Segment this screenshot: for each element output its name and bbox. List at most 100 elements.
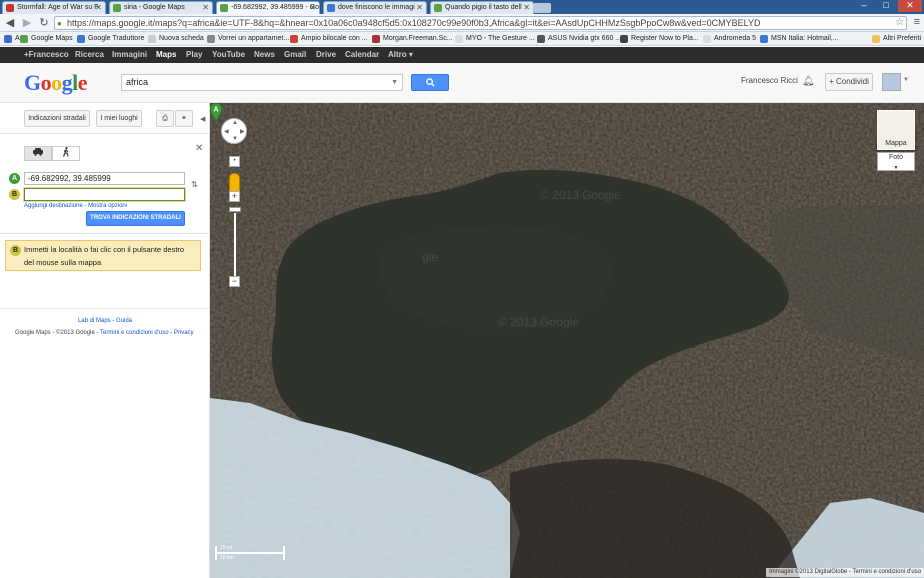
- bookmark-item[interactable]: Ampio bilocale con ...: [290, 34, 368, 44]
- bookmark-item[interactable]: Register Now to Pla...: [620, 34, 699, 44]
- satellite-imagery: [210, 103, 924, 578]
- dropdown-arrow-icon[interactable]: ▼: [391, 75, 398, 90]
- walk-mode-button[interactable]: [52, 146, 80, 161]
- bookmark-label: Altri Preferiti: [883, 35, 922, 42]
- gbar-item-drive[interactable]: Drive: [316, 47, 336, 63]
- gbar-item-images[interactable]: Immagini: [112, 47, 147, 63]
- tab-title: dove finiscono le immagi: [338, 4, 415, 11]
- maps-lab-link[interactable]: Lab di Maps: [78, 318, 111, 324]
- my-places-button[interactable]: I miei luoghi: [96, 110, 142, 127]
- browser-tab-active[interactable]: -69.682992, 39.485999 - Go ✕: [216, 1, 320, 14]
- gbar-item-search[interactable]: Ricerca: [75, 47, 104, 63]
- zoom-out-button[interactable]: −: [229, 276, 240, 287]
- search-input[interactable]: africa ▼: [121, 74, 403, 91]
- map-pin-a-icon[interactable]: A: [210, 103, 222, 121]
- reload-icon[interactable]: ↻: [37, 16, 51, 30]
- bookmark-item[interactable]: Andromeda 5: [703, 34, 756, 44]
- destination-input[interactable]: [24, 188, 185, 201]
- find-directions-button[interactable]: TROVA INDICAZIONI STRADALI: [86, 211, 185, 226]
- origin-input[interactable]: -69.682992, 39.485999: [24, 172, 185, 185]
- bookmark-folder[interactable]: Altri Preferiti: [872, 34, 921, 44]
- car-mode-button[interactable]: [24, 146, 52, 161]
- gbar-item-news[interactable]: News: [254, 47, 275, 63]
- bookmark-item[interactable]: Google Maps: [20, 34, 73, 44]
- gbar-item-more[interactable]: Altro ▾: [388, 47, 413, 63]
- gbar-item-gmail[interactable]: Gmail: [284, 47, 306, 63]
- tab-close-icon[interactable]: ✕: [202, 2, 209, 14]
- bookmark-item[interactable]: Nuova scheda: [148, 34, 204, 44]
- bookmark-label: MSN Italia: Hotmail,...: [771, 35, 839, 42]
- imagery-copyright[interactable]: Immagini ©2013 DigitalGlobe - Termini e …: [766, 568, 924, 577]
- bookmark-item[interactable]: MYO - The Gesture ...: [455, 34, 535, 44]
- maximize-icon[interactable]: □: [876, 0, 896, 12]
- menu-icon[interactable]: ≡: [914, 16, 920, 28]
- bookmark-item[interactable]: Google Traduttore: [77, 34, 144, 44]
- page-icon: [703, 35, 711, 43]
- browser-tab[interactable]: dove finiscono le immagi ✕: [323, 1, 427, 14]
- avatar[interactable]: [882, 73, 901, 91]
- tab-close-icon[interactable]: ✕: [309, 2, 316, 14]
- notification-bell-icon[interactable]: 🔔︎: [802, 76, 815, 87]
- bookmark-item[interactable]: MSN Italia: Hotmail,...: [760, 34, 839, 44]
- add-destination-link[interactable]: Aggiungi destinazione: [24, 203, 83, 209]
- address-bar[interactable]: ● https://maps.google.it/maps?q=africa&i…: [54, 16, 907, 30]
- print-button[interactable]: ⎙: [156, 110, 174, 127]
- gbar-item-youtube[interactable]: YouTube: [212, 47, 245, 63]
- gbar-item-calendar[interactable]: Calendar: [345, 47, 379, 63]
- pan-left-icon[interactable]: ◀: [224, 128, 229, 135]
- link-icon: ⚭: [181, 115, 187, 122]
- hint-text: Immetti la località o fai clic con il pu…: [24, 245, 185, 267]
- back-icon[interactable]: ◀: [3, 16, 17, 30]
- pegman-icon[interactable]: [229, 173, 240, 193]
- gbar-item-play[interactable]: Play: [186, 47, 202, 63]
- gbar-item-maps[interactable]: Maps: [156, 47, 176, 63]
- close-window-icon[interactable]: ✕: [898, 0, 922, 12]
- show-options-link[interactable]: Mostra opzioni: [88, 203, 127, 209]
- user-name[interactable]: Francesco Ricci: [741, 76, 798, 85]
- tab-close-icon[interactable]: ✕: [95, 2, 102, 14]
- forward-icon[interactable]: ▶: [20, 16, 34, 30]
- bookmark-label: Ampio bilocale con ...: [301, 35, 368, 42]
- footer-legal: Google Maps - ©2013 Google - Termini e c…: [15, 330, 194, 336]
- minimize-icon[interactable]: –: [854, 0, 874, 12]
- terms-link[interactable]: Termini e condizioni d'uso: [100, 330, 169, 336]
- pan-up-icon[interactable]: ▲: [232, 120, 238, 126]
- share-button[interactable]: + Condividi: [825, 73, 873, 91]
- page-icon: [372, 35, 380, 43]
- pan-down-icon[interactable]: ▼: [232, 136, 238, 142]
- collapse-panel-icon[interactable]: ◀: [200, 115, 205, 123]
- browser-tab[interactable]: Quando pigio il tasto dell ✕: [430, 1, 534, 14]
- link-button[interactable]: ⚭: [175, 110, 193, 127]
- privacy-link[interactable]: Privacy: [174, 330, 194, 336]
- google-logo[interactable]: Google: [24, 70, 88, 96]
- directions-button[interactable]: Indicazioni stradali: [24, 110, 90, 127]
- tab-close-icon[interactable]: ✕: [416, 2, 423, 14]
- marker-b-icon: B: [9, 189, 20, 200]
- map-canvas[interactable]: © 2013 Google gle © 2013 Google ▲ ▼ ◀ ▶ …: [210, 103, 924, 578]
- guide-link[interactable]: Guida: [116, 318, 132, 324]
- new-tab-button[interactable]: [533, 3, 551, 13]
- close-icon[interactable]: ✕: [195, 143, 203, 154]
- bookmark-star-icon[interactable]: ☆: [895, 17, 904, 29]
- tab-close-icon[interactable]: ✕: [523, 2, 530, 14]
- zoom-slider-handle[interactable]: [229, 207, 241, 212]
- browser-tab[interactable]: siria - Google Maps ✕: [109, 1, 213, 14]
- swap-icon[interactable]: ⇅: [191, 180, 198, 189]
- zoom-in-button[interactable]: +: [229, 191, 240, 202]
- search-button[interactable]: [411, 74, 449, 91]
- zoom-slider[interactable]: [234, 213, 236, 285]
- pan-right-icon[interactable]: ▶: [240, 128, 245, 135]
- tab-favicon-icon: [434, 4, 442, 12]
- gbar-item-profile[interactable]: +Francesco: [24, 47, 69, 63]
- divider: [0, 233, 210, 234]
- satellite-toggle-button[interactable]: Foto ▼: [877, 152, 915, 171]
- map-type-thumbnail[interactable]: Mappa: [877, 110, 915, 150]
- scale-line: [215, 552, 283, 554]
- bookmark-item[interactable]: ASUS Nvidia gtx 660 ...: [537, 34, 621, 44]
- bookmark-item[interactable]: Morgan.Freeman.Sc...: [372, 34, 453, 44]
- bookmark-item[interactable]: Vorrei un appartamet...: [207, 34, 289, 44]
- chevron-down-icon[interactable]: ▼: [903, 77, 909, 83]
- browser-tab[interactable]: Stormfall: Age of War su F ✕: [2, 1, 106, 14]
- zoom-tick[interactable]: •: [229, 156, 240, 167]
- pan-control[interactable]: ▲ ▼ ◀ ▶: [221, 118, 247, 144]
